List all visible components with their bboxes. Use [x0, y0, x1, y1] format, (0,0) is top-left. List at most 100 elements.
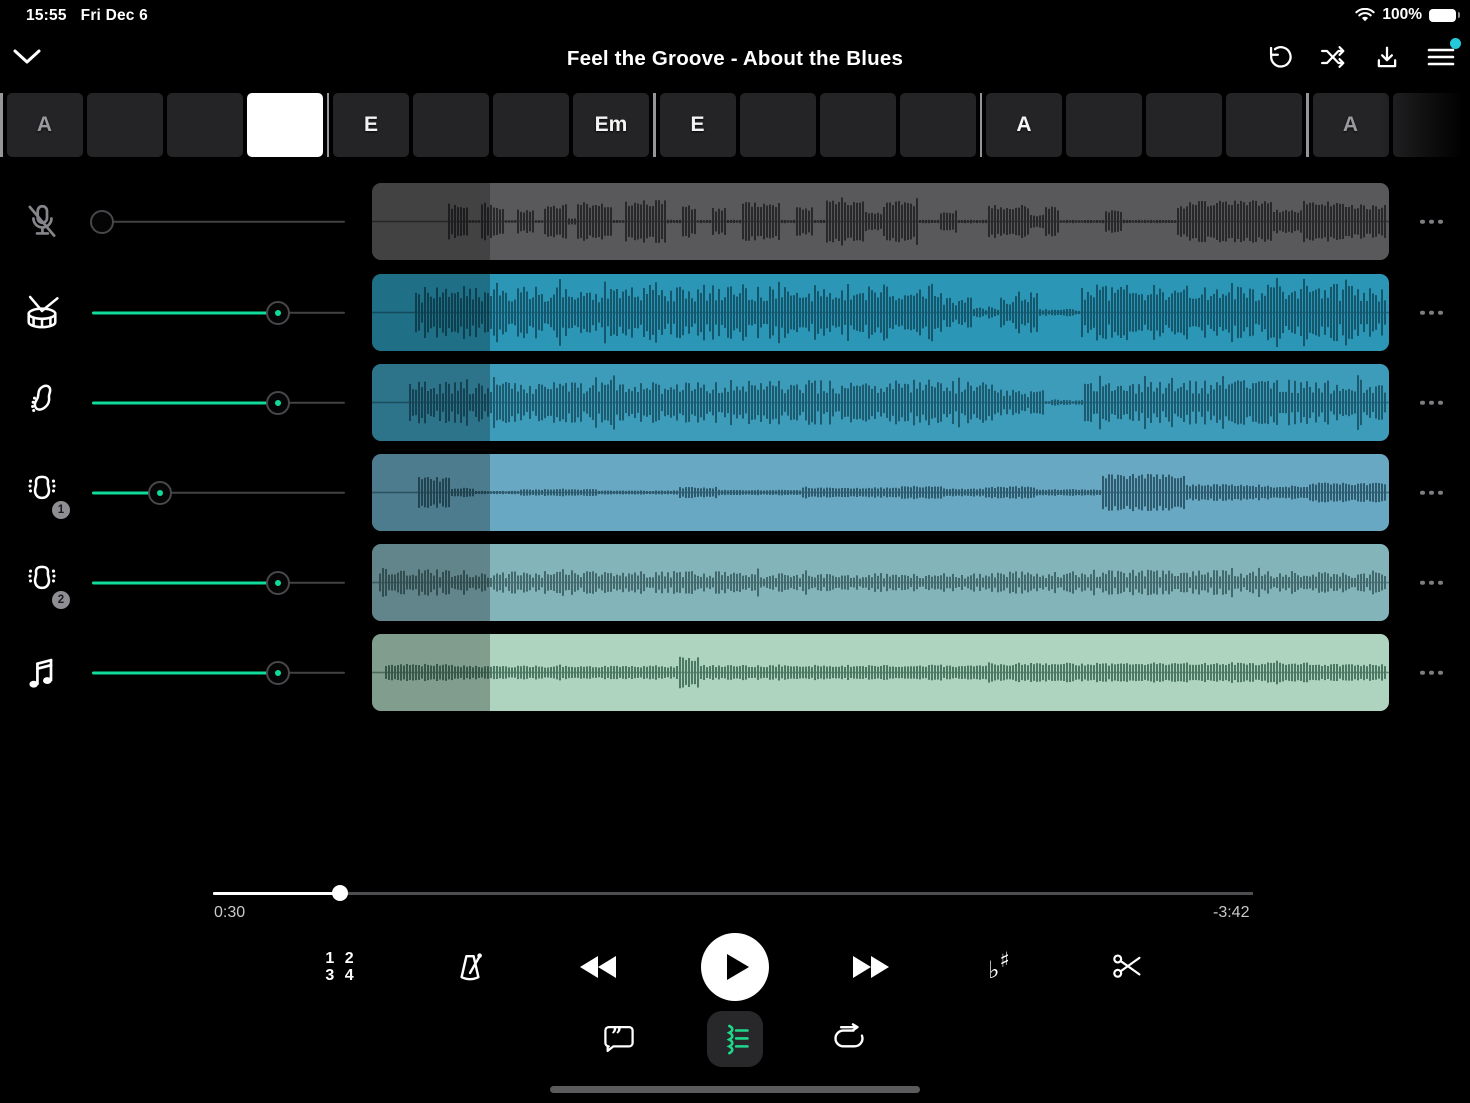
wifi-icon [1355, 8, 1375, 23]
track-row-guitar-1: 1 [0, 454, 1470, 531]
pitch-icon[interactable]: ♭♯ [988, 953, 1010, 981]
chord-cell[interactable]: A [1313, 93, 1389, 157]
beat-count-button[interactable]: 1 23 4 [325, 950, 356, 984]
volume-knob[interactable] [148, 481, 172, 505]
volume-slider[interactable] [92, 660, 345, 686]
undo-icon[interactable] [1264, 41, 1294, 73]
status-bar: 15:55 Fri Dec 6 100% [0, 4, 1470, 28]
waveform-vocals[interactable] [372, 183, 1389, 260]
seek-bar[interactable] [213, 884, 1253, 902]
volume-fill [92, 311, 278, 314]
chord-cell[interactable] [413, 93, 489, 157]
chord-cell[interactable] [1146, 93, 1222, 157]
volume-track [92, 220, 345, 223]
ellipsis-icon[interactable] [1416, 574, 1447, 591]
guitar-icon[interactable]: 1 [18, 469, 66, 517]
chord-label: Em [595, 113, 628, 137]
volume-slider[interactable] [92, 480, 345, 506]
chord-cell[interactable] [900, 93, 976, 157]
battery-percent: 100% [1382, 6, 1422, 24]
ellipsis-icon[interactable] [1416, 664, 1447, 681]
bottom-tabs: ” [0, 1011, 1470, 1067]
measure-separator [327, 93, 330, 157]
volume-knob[interactable] [266, 571, 290, 595]
seek-played [213, 892, 340, 896]
measure-separator [1306, 93, 1309, 157]
chord-cell[interactable] [167, 93, 243, 157]
download-icon[interactable] [1372, 41, 1402, 73]
header: Feel the Groove - About the Blues [0, 38, 1470, 84]
tab-loop[interactable] [821, 1011, 877, 1067]
chord-cell[interactable]: E [333, 93, 409, 157]
bass-icon[interactable] [18, 379, 66, 427]
ellipsis-icon[interactable] [1416, 394, 1447, 411]
chord-cell[interactable] [740, 93, 816, 157]
volume-knob[interactable] [266, 301, 290, 325]
chord-cell[interactable] [1393, 93, 1469, 157]
notification-dot [1450, 38, 1461, 49]
measure-separator [0, 93, 3, 157]
chord-label: E [690, 113, 704, 137]
chord-cell-selected[interactable] [247, 93, 323, 157]
song-title: Feel the Groove - About the Blues [0, 47, 1470, 71]
tab-mixer[interactable] [707, 1011, 763, 1067]
seek-knob[interactable] [332, 885, 348, 901]
fast-forward-icon[interactable] [851, 954, 891, 980]
waveform-drums[interactable] [372, 274, 1389, 351]
chord-label: A [1343, 113, 1358, 137]
drums-icon[interactable] [18, 289, 66, 337]
music-note-icon[interactable] [18, 649, 66, 697]
svg-text:”: ” [611, 1024, 622, 1047]
track-row-vocals [0, 183, 1470, 260]
menu-icon[interactable] [1426, 41, 1456, 73]
metronome-icon[interactable] [453, 949, 487, 985]
volume-knob[interactable] [266, 391, 290, 415]
chord-label: E [364, 113, 378, 137]
tab-lyrics[interactable]: ” [591, 1011, 647, 1067]
play-icon[interactable] [701, 933, 769, 1001]
chord-cell[interactable] [1066, 93, 1142, 157]
volume-slider[interactable] [92, 209, 345, 235]
measure-separator [980, 93, 983, 157]
date: Fri Dec 6 [81, 7, 148, 25]
chord-cell[interactable] [820, 93, 896, 157]
track-row-bass [0, 364, 1470, 441]
chord-cell[interactable]: E [660, 93, 736, 157]
guitar-icon[interactable]: 2 [18, 559, 66, 607]
waveform-bass[interactable] [372, 364, 1389, 441]
chord-cell[interactable] [87, 93, 163, 157]
chord-cell[interactable]: A [986, 93, 1062, 157]
waveform-guitar-1[interactable] [372, 454, 1389, 531]
chord-cell[interactable] [1226, 93, 1302, 157]
track-badge: 2 [52, 591, 70, 609]
ellipsis-icon[interactable] [1416, 304, 1447, 321]
chord-label: A [1016, 113, 1031, 137]
rewind-icon[interactable] [578, 954, 618, 980]
chord-cell[interactable]: A [7, 93, 83, 157]
shuffle-icon[interactable] [1318, 41, 1348, 73]
volume-knob[interactable] [90, 210, 114, 234]
home-indicator[interactable] [550, 1086, 920, 1093]
microphone-muted-icon[interactable] [18, 198, 66, 246]
chord-label: A [37, 113, 52, 137]
measure-separator [653, 93, 656, 157]
waveform-other[interactable] [372, 634, 1389, 711]
ellipsis-icon[interactable] [1416, 484, 1447, 501]
scissors-icon[interactable] [1112, 953, 1144, 981]
volume-knob[interactable] [266, 661, 290, 685]
battery-icon [1429, 9, 1456, 22]
track-row-drums [0, 274, 1470, 351]
seek-track[interactable] [213, 892, 1253, 895]
volume-slider[interactable] [92, 390, 345, 416]
volume-slider[interactable] [92, 300, 345, 326]
chord-cell[interactable]: Em [573, 93, 649, 157]
ellipsis-icon[interactable] [1416, 213, 1447, 230]
volume-slider[interactable] [92, 570, 345, 596]
track-badge: 1 [52, 501, 70, 519]
clock: 15:55 [26, 7, 67, 25]
waveform-guitar-2[interactable] [372, 544, 1389, 621]
time-elapsed: 0:30 [214, 904, 245, 922]
volume-fill [92, 401, 278, 404]
chord-strip: A E Em E A A [0, 93, 1470, 157]
chord-cell[interactable] [493, 93, 569, 157]
